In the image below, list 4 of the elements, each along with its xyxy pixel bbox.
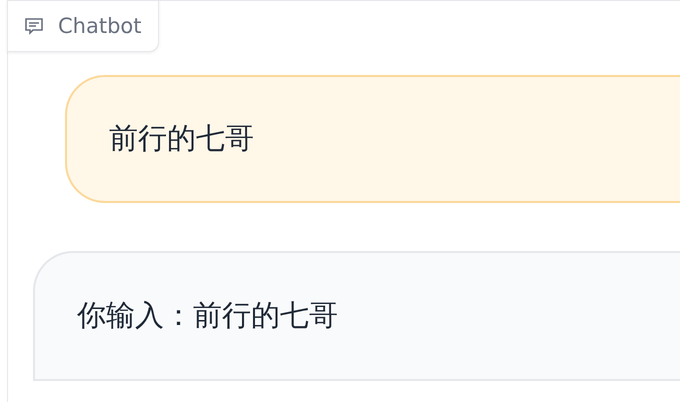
chat-icon [24,17,44,35]
bot-message: 你输入：前行的七哥 [33,251,680,381]
user-message: 前行的七哥 [65,75,680,203]
label-text: Chatbot [58,14,142,38]
